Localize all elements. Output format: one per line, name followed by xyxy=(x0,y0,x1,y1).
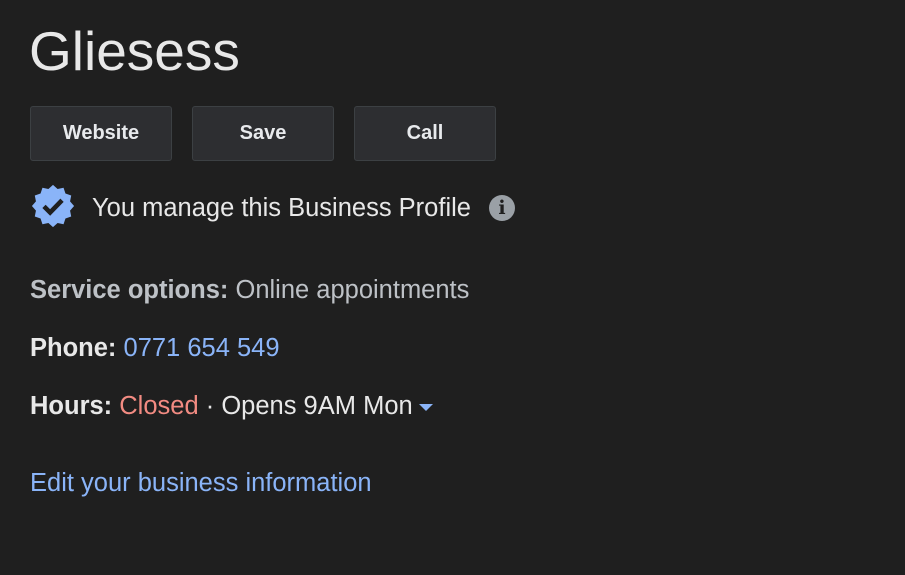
hours-status: Closed xyxy=(119,392,199,420)
hours-dropdown[interactable]: Opens 9AM Mon xyxy=(221,392,433,420)
hours-label: Hours: xyxy=(30,392,113,420)
verified-badge-icon xyxy=(30,183,76,234)
chevron-down-icon xyxy=(418,403,433,411)
website-button[interactable]: Website xyxy=(30,106,172,161)
edit-business-info-link[interactable]: Edit your business information xyxy=(30,469,372,498)
phone-number-link[interactable]: 0771 654 549 xyxy=(124,334,280,362)
managed-profile-text: You manage this Business Profile xyxy=(92,193,471,222)
info-icon[interactable]: i xyxy=(488,195,515,221)
phone-label: Phone: xyxy=(30,334,117,362)
managed-profile-notice: You manage this Business Profile i xyxy=(30,184,515,230)
hours-separator: · xyxy=(205,392,215,420)
phone-row: Phone: 0771 654 549 xyxy=(30,334,280,363)
hours-row: Hours: Closed · Opens 9AM Mon xyxy=(30,392,433,421)
save-button[interactable]: Save xyxy=(192,106,334,161)
business-name: Gliesess xyxy=(29,20,240,82)
service-options-label: Service options: xyxy=(30,276,229,304)
service-options-value: Online appointments xyxy=(235,276,470,304)
action-buttons: Website Save Call xyxy=(30,106,496,161)
service-options-row: Service options: Online appointments xyxy=(30,276,469,305)
hours-next-open: Opens 9AM Mon xyxy=(221,392,413,420)
call-button[interactable]: Call xyxy=(354,106,496,161)
